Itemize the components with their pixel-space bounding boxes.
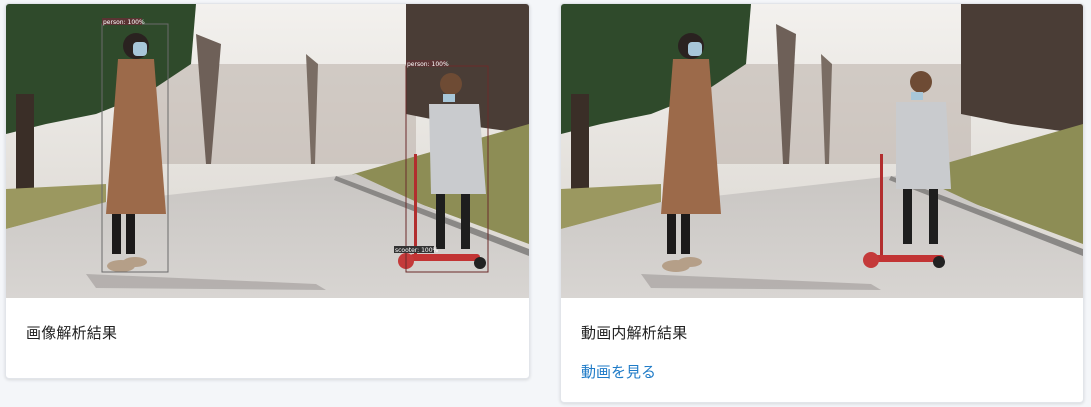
image-analysis-card: person: 100% person: 100% scooter: 100% …: [5, 3, 530, 379]
video-analysis-title: 動画内解析結果: [581, 324, 688, 342]
detection-label-person-1: person: 100%: [103, 19, 145, 26]
video-thumbnail: [561, 4, 1083, 298]
analysis-image: person: 100% person: 100% scooter: 100%: [6, 4, 529, 298]
video-analysis-card: 動画内解析結果 動画を見る: [560, 3, 1084, 403]
watch-video-link[interactable]: 動画を見る: [581, 361, 656, 382]
detection-label-scooter: scooter: 100%: [395, 247, 439, 254]
detection-label-person-2: person: 100%: [407, 61, 449, 68]
image-analysis-title: 画像解析結果: [26, 324, 118, 342]
